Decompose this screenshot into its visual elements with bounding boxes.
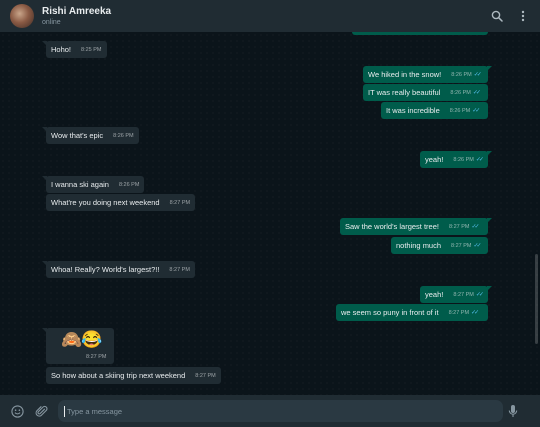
message-bubble-outgoing[interactable]: We hiked in the snow! 8:26 PM ✓✓ [363, 66, 492, 83]
message-bubble-incoming[interactable]: I wanna ski again 8:26 PM [41, 176, 145, 193]
read-ticks-icon: ✓✓ [472, 108, 480, 114]
message-text: we seem so puny in front of it [341, 308, 439, 317]
chat-header: Rishi Amreeka online [0, 0, 540, 32]
message-bubble-outgoing[interactable]: nothing much 8:27 PM ✓✓ [391, 237, 488, 254]
message-text: IT was really beautiful [368, 88, 441, 97]
message-time: 8:26 PM [451, 71, 472, 78]
message-bubble-incoming-emoji[interactable]: 🙈 😂 8:27 PM [42, 328, 114, 364]
message-input-placeholder: Type a message [67, 406, 123, 416]
message-bubble-outgoing[interactable]: It was incredible 8:26 PM ✓✓ [381, 102, 488, 119]
message-time: 8:26 PM [113, 132, 134, 139]
contact-info[interactable]: Rishi Amreeka online [42, 6, 111, 27]
emoji-icon[interactable] [10, 404, 24, 418]
kebab-menu-icon[interactable] [516, 9, 530, 23]
message-text: Wow that's epic [51, 131, 104, 140]
message-time: 8:27 PM [453, 291, 474, 298]
message-bubble-incoming[interactable]: Whoa! Really? World's largest?!! 8:27 PM [42, 261, 195, 278]
message-bubble-outgoing[interactable]: Saw the world's largest tree! 8:27 PM ✓✓ [340, 218, 492, 235]
composer-bar: Type a message [0, 395, 540, 427]
message-bubble-incoming[interactable]: Hoho! 8:25 PM [42, 41, 107, 58]
message-time: 8:26 PM [450, 89, 471, 96]
text-caret [64, 405, 65, 417]
message-time: 8:25 PM [81, 46, 102, 53]
message-time: 8:27 PM [169, 199, 191, 206]
header-actions [490, 9, 530, 23]
message-bubble-incoming[interactable]: What're you doing next weekend 8:27 PM [46, 194, 196, 211]
message-list[interactable]: Hoho! 8:25 PM We hiked in the snow! 8:26… [0, 32, 540, 395]
message-bubble-incoming[interactable]: Wow that's epic 8:26 PM [42, 127, 139, 144]
read-ticks-icon: ✓✓ [471, 310, 479, 316]
message-time: 8:27 PM [448, 223, 470, 230]
message-input[interactable]: Type a message [58, 400, 503, 422]
paperclip-icon[interactable] [34, 404, 48, 418]
message-bubble-partial [352, 32, 488, 35]
contact-name: Rishi Amreeka [42, 5, 112, 17]
message-bubble-outgoing[interactable]: yeah! 8:27 PM ✓✓ [420, 286, 492, 303]
read-ticks-icon: ✓✓ [471, 224, 479, 230]
message-time: 8:26 PM [453, 156, 474, 163]
message-bubble-outgoing[interactable]: we seem so puny in front of it 8:27 PM ✓… [336, 304, 488, 321]
scrollbar[interactable] [535, 254, 538, 344]
message-text: yeah! [425, 290, 444, 299]
message-time: 8:27 PM [451, 242, 472, 249]
message-text: nothing much [396, 241, 442, 250]
see-no-evil-monkey-emoji: 🙈 [61, 330, 83, 349]
message-time: 8:26 PM [449, 107, 471, 114]
message-text: It was incredible [386, 106, 440, 115]
read-ticks-icon: ✓✓ [475, 157, 484, 163]
message-time: 8:27 PM [86, 354, 107, 360]
contact-status: online [42, 18, 61, 26]
message-bubble-incoming[interactable]: So how about a skiing trip next weekend … [46, 367, 221, 384]
message-text: I wanna ski again [51, 180, 109, 189]
microphone-icon[interactable] [506, 404, 520, 418]
message-time: 8:27 PM [448, 309, 470, 316]
read-ticks-icon: ✓✓ [473, 243, 482, 249]
read-ticks-icon: ✓✓ [473, 72, 482, 78]
message-text: yeah! [425, 155, 444, 164]
message-bubble-outgoing[interactable]: yeah! 8:26 PM ✓✓ [420, 151, 492, 168]
message-text: What're you doing next weekend [51, 198, 160, 207]
message-text: Whoa! Really? World's largest?!! [51, 265, 160, 274]
message-text: Hoho! [51, 45, 72, 54]
message-time: 8:26 PM [118, 181, 140, 188]
message-time: 8:27 PM [195, 372, 216, 379]
message-text: Saw the world's largest tree! [345, 222, 439, 231]
message-text: We hiked in the snow! [368, 70, 442, 79]
tears-of-joy-emoji: 😂 [81, 330, 103, 349]
search-icon[interactable] [490, 9, 504, 23]
read-ticks-icon: ✓✓ [472, 90, 481, 96]
message-bubble-outgoing[interactable]: IT was really beautiful 8:26 PM ✓✓ [363, 84, 488, 101]
read-ticks-icon: ✓✓ [475, 292, 484, 298]
avatar[interactable] [10, 4, 34, 28]
message-time: 8:27 PM [169, 266, 190, 273]
message-text: So how about a skiing trip next weekend [51, 371, 186, 380]
